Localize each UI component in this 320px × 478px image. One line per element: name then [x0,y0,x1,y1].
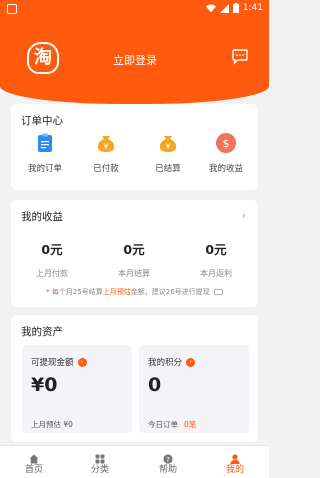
paid-orders-label: 已付款 [93,164,119,174]
tab-help[interactable]: ? 帮助 [138,449,198,475]
withdrawable-label: 可提现金额 [31,358,74,368]
assets-title: 我的资产 [21,326,63,338]
stat-label: 本月返利 [200,269,232,278]
points-label: 我的积分 [148,358,183,368]
withdrawable-value: ¥0 [31,374,58,396]
home-icon [29,449,39,464]
my-earnings-label: 我的收益 [208,164,243,174]
stat-label: 本月结算 [118,269,150,278]
order-center-title: 订单中心 [21,115,63,127]
stat-value: 0元 [41,242,63,257]
status-bar: 1:41 [0,0,269,18]
stat-value: 0元 [205,242,227,257]
svg-text:¥: ¥ [165,142,170,151]
earnings-card[interactable]: 我的收益 › 0元 上月付款 0元 本月结算 0元 本月返利 * 每个月25号结… [11,200,258,307]
svg-text:$: $ [223,137,230,150]
withdrawable-estimate: 上月预估 ¥0 [31,420,73,429]
my-earnings-button[interactable]: $ 我的收益 [196,132,256,174]
login-button[interactable]: 立即登录 [100,52,170,68]
settled-orders-button[interactable]: ¥ 已结算 [138,132,198,174]
money-bag-icon: ¥ [95,132,117,154]
signal-icon [219,3,229,13]
battery-icon [232,3,239,13]
withdrawable-amount-box[interactable]: 可提现金额 › ¥0 上月预估 ¥0 [22,345,132,433]
settlement-note: * 每个月25号结算上月预估金额，建议26号进行提现 [11,287,258,297]
today-orders-label: 今日订单 [148,420,178,429]
points-box[interactable]: 我的积分 › 0 今日订单 0笔 [139,345,249,433]
money-bag-icon: ¥ [157,132,179,154]
clipboard-icon [34,132,56,154]
note-highlight: 上月预估 [102,288,131,296]
status-time: 1:41 [242,3,263,13]
this-month-rebate-stat: 0元 本月返利 [175,239,257,279]
settled-orders-label: 已结算 [155,164,181,174]
message-icon[interactable] [231,49,249,65]
svg-text:¥: ¥ [103,142,108,151]
chat-icon[interactable] [213,288,223,296]
bottom-tab-bar: 首页 分类 ? 帮助 我的 [0,445,269,478]
chevron-right-icon: › [186,357,196,367]
earnings-title: 我的收益 [21,211,63,223]
order-center-card: 订单中心 我的订单 ¥ 已付款 ¥ 已结算 $ 我的收益 [11,104,258,190]
today-orders: 今日订单 0笔 [148,419,196,430]
svg-text:?: ? [166,456,170,464]
chevron-right-icon: › [77,357,87,367]
withdrawable-title: 可提现金额 › [31,356,87,368]
tab-category[interactable]: 分类 [70,449,130,475]
dollar-coin-icon: $ [215,132,237,154]
tab-mine[interactable]: 我的 [205,449,265,475]
last-month-paid-stat: 0元 上月付款 [11,239,93,279]
assets-card: 我的资产 可提现金额 › ¥0 上月预估 ¥0 我的积分 › 0 今日订单 0笔 [11,315,258,442]
note-text-2: 金额，建议26号进行提现 [130,288,210,296]
taobao-logo: 淘 [27,42,59,74]
points-value: 0 [148,374,162,396]
stat-value: 0元 [123,242,145,257]
my-orders-label: 我的订单 [27,164,62,174]
today-orders-count: 0笔 [184,420,197,429]
stat-label: 上月付款 [36,269,68,278]
person-icon [230,449,240,464]
my-orders-button[interactable]: 我的订单 [15,132,75,174]
category-grid-icon [95,449,105,464]
note-text-1: 每个月25号结算 [49,288,103,296]
chevron-right-icon[interactable]: › [242,209,246,222]
points-title: 我的积分 › [148,356,196,368]
help-icon: ? [163,449,173,464]
this-month-settled-stat: 0元 本月结算 [93,239,175,279]
paid-orders-button[interactable]: ¥ 已付款 [76,132,136,174]
profile-header: 淘 立即登录 [0,18,269,104]
app-notification-icon [7,4,17,14]
tab-home[interactable]: 首页 [4,449,64,475]
wifi-icon [205,4,216,12]
